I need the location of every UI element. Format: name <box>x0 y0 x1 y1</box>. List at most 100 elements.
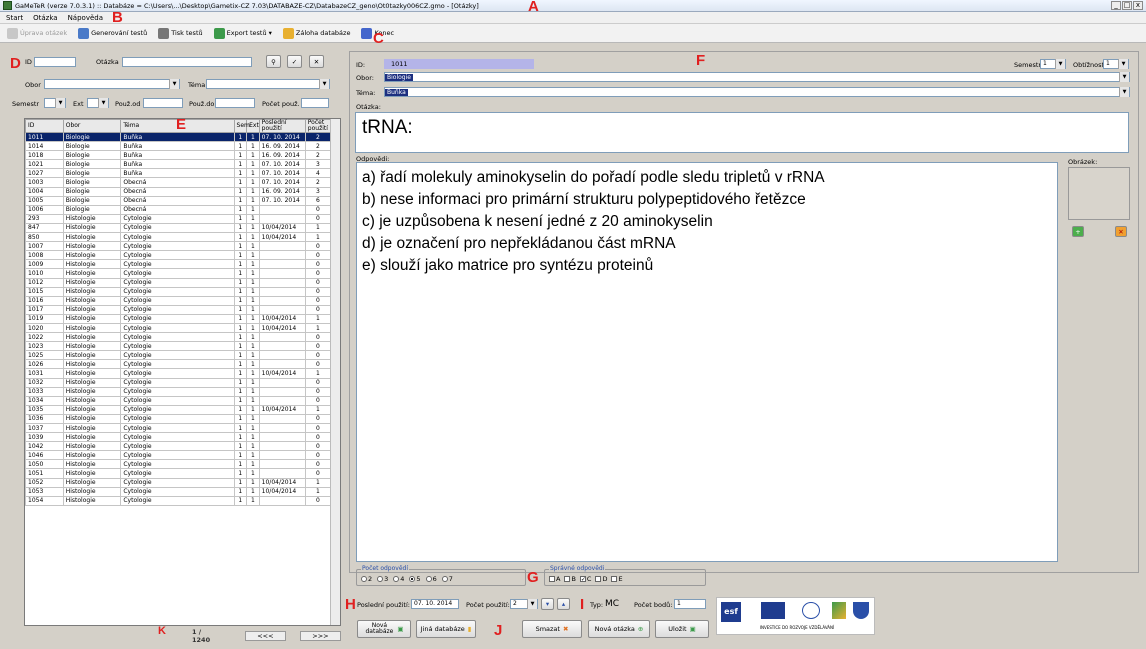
table-row[interactable]: 1021 Biologie Buňka 1 1 07. 10. 2014 3 <box>25 159 332 170</box>
table-row[interactable]: 1025 Histologie Cytologie 1 1 0 <box>25 350 332 361</box>
edit-questions-button[interactable]: Úprava otázek <box>4 26 70 41</box>
table-row[interactable]: 1012 Histologie Cytologie 1 1 0 <box>25 277 332 288</box>
table-row[interactable]: 1051 Histologie Cytologie 1 1 0 <box>25 468 332 479</box>
column-header[interactable]: Sem <box>233 119 250 133</box>
next-page-button[interactable]: >>> <box>299 631 341 641</box>
table-row[interactable]: 1008 Histologie Cytologie 1 1 0 <box>25 250 332 261</box>
usage-count-select[interactable]: 2 <box>510 599 538 609</box>
table-row[interactable]: 1050 Histologie Cytologie 1 1 0 <box>25 459 332 470</box>
table-row[interactable]: 1017 Histologie Cytologie 1 1 0 <box>25 304 332 315</box>
table-row[interactable]: 1053 Histologie Cytologie 1 1 10/04/2014 1 <box>25 486 332 497</box>
points-field[interactable]: 1 <box>674 599 706 609</box>
table-row[interactable]: 1054 Histologie Cytologie 1 1 0 <box>25 495 332 506</box>
column-header[interactable]: ID <box>25 119 64 133</box>
filter-date-to-input[interactable] <box>215 98 255 108</box>
table-row[interactable]: 1011 Biologie Buňka 1 1 07. 10. 2014 2 <box>25 131 332 143</box>
table-row[interactable]: 1052 Histologie Cytologie 1 1 10/04/2014 1 <box>25 477 332 488</box>
table-row[interactable]: 1022 Histologie Cytologie 1 1 0 <box>25 332 332 343</box>
table-row[interactable]: 1007 Histologie Cytologie 1 1 0 <box>25 241 332 252</box>
filter-otazka-input[interactable] <box>122 57 252 67</box>
table-row[interactable]: 1035 Histologie Cytologie 1 1 10/04/2014 1 <box>25 404 332 415</box>
answer-count-radio[interactable]: 7 <box>441 575 453 583</box>
table-row[interactable]: 1010 Histologie Cytologie 1 1 0 <box>25 268 332 279</box>
correct-answer-checkbox[interactable]: A <box>549 575 560 583</box>
answer-count-radio[interactable]: 3 <box>377 575 388 583</box>
answer-count-radio[interactable]: 5 <box>409 575 421 583</box>
detail-obtiznost-select[interactable]: 1 <box>1103 59 1129 69</box>
table-row[interactable]: 1036 Histologie Cytologie 1 1 0 <box>25 413 332 425</box>
filter-count-input[interactable] <box>301 98 329 108</box>
detail-semestr-select[interactable]: 1 <box>1040 59 1066 69</box>
table-row[interactable]: 1042 Histologie Cytologie 1 1 0 <box>25 441 332 452</box>
add-image-button[interactable]: + <box>1072 226 1084 237</box>
table-row[interactable]: 850 Histologie Cytologie 1 1 10/04/2014 1 <box>25 232 332 243</box>
close-button[interactable]: x <box>1133 1 1143 10</box>
menu-napoveda[interactable]: Nápověda <box>68 14 103 22</box>
column-header[interactable]: Obor <box>62 119 122 133</box>
remove-image-button[interactable]: ✕ <box>1115 226 1127 237</box>
generate-tests-button[interactable]: Generování testů <box>75 26 150 41</box>
prev-page-button[interactable]: <<< <box>244 631 286 641</box>
answer-count-radio[interactable]: 2 <box>361 575 372 583</box>
table-row[interactable]: 1014 Biologie Buňka 1 1 16. 09. 2014 2 <box>25 141 332 152</box>
filter-apply-button[interactable]: ✓ <box>287 55 302 68</box>
table-row[interactable]: 1015 Histologie Cytologie 1 1 0 <box>25 286 332 297</box>
table-row[interactable]: 1034 Histologie Cytologie 1 1 0 <box>25 395 332 406</box>
save-button[interactable]: Uložit ▣ <box>655 620 709 638</box>
detail-obor-select[interactable]: Biologie <box>384 72 1130 82</box>
print-tests-button[interactable]: Tisk testů <box>155 26 205 41</box>
maximize-button[interactable]: □ <box>1122 1 1132 10</box>
table-row[interactable]: 1033 Histologie Cytologie 1 1 0 <box>25 386 332 397</box>
last-used-field[interactable]: 07. 10. 2014 <box>411 599 459 609</box>
backup-database-button[interactable]: Záloha databáze <box>280 26 354 41</box>
question-textarea[interactable]: tRNA: <box>355 112 1129 153</box>
grid-scrollbar[interactable] <box>330 119 340 625</box>
new-database-button[interactable]: Nová databáze ▣ <box>357 620 411 638</box>
answer-count-radio[interactable]: 4 <box>393 575 404 583</box>
delete-button[interactable]: Smazat ✖ <box>522 620 582 638</box>
menu-start[interactable]: Start <box>6 14 23 22</box>
filter-clear-button[interactable]: ✕ <box>309 55 324 68</box>
column-header[interactable]: Ext <box>246 119 260 133</box>
column-header[interactable]: Poslední použití <box>258 119 306 133</box>
table-row[interactable]: 1018 Biologie Buňka 1 1 16. 09. 2014 2 <box>25 150 332 161</box>
table-row[interactable]: 1032 Histologie Cytologie 1 1 0 <box>25 377 332 388</box>
table-row[interactable]: 1019 Histologie Cytologie 1 1 10/04/2014 1 <box>25 313 332 324</box>
table-row[interactable]: 1003 Biologie Obecná 1 1 07. 10. 2014 2 <box>25 177 332 188</box>
correct-answer-checkbox[interactable]: ✓ C <box>579 575 591 583</box>
menu-otazka[interactable]: Otázka <box>33 14 57 22</box>
other-database-button[interactable]: Jiná databáze ▮ <box>416 620 476 638</box>
table-row[interactable]: 847 Histologie Cytologie 1 1 10/04/2014 1 <box>25 222 332 234</box>
filter-id-input[interactable] <box>34 57 76 67</box>
filter-date-from-input[interactable] <box>143 98 183 108</box>
table-row[interactable]: 1026 Histologie Cytologie 1 1 0 <box>25 359 332 370</box>
column-header[interactable]: Počet použití <box>304 119 332 133</box>
answer-count-radio[interactable]: 6 <box>425 575 437 583</box>
correct-answer-checkbox[interactable]: E <box>611 575 623 583</box>
filter-tema-select[interactable] <box>206 79 330 89</box>
filter-ext-select[interactable] <box>87 98 109 108</box>
table-row[interactable]: 1009 Histologie Cytologie 1 1 0 <box>25 259 332 270</box>
detail-tema-select[interactable]: Buňka <box>384 87 1130 97</box>
answers-textarea[interactable]: a) řadí molekuly aminokyselin do pořadí … <box>356 162 1058 562</box>
table-row[interactable]: 1027 Biologie Buňka 1 1 07. 10. 2014 4 <box>25 168 332 179</box>
increase-button[interactable]: ▴ <box>557 598 570 610</box>
table-row[interactable]: 1039 Histologie Cytologie 1 1 0 <box>25 432 332 443</box>
correct-answer-checkbox[interactable]: D <box>595 575 607 583</box>
table-row[interactable]: 1006 Biologie Obecná 1 1 0 <box>25 204 332 215</box>
filter-semestr-select[interactable] <box>44 98 66 108</box>
table-row[interactable]: 1031 Histologie Cytologie 1 1 10/04/2014 1 <box>25 368 332 379</box>
minimize-button[interactable]: _ <box>1111 1 1121 10</box>
table-row[interactable]: 1037 Histologie Cytologie 1 1 0 <box>25 422 332 434</box>
table-row[interactable]: 1046 Histologie Cytologie 1 1 0 <box>25 450 332 461</box>
detail-id-field[interactable]: 1011 <box>384 59 534 69</box>
decrease-button[interactable]: ▾ <box>541 598 554 610</box>
filter-search-button[interactable]: ⚲ <box>266 55 281 68</box>
table-row[interactable]: 1020 Histologie Cytologie 1 1 10/04/2014 1 <box>25 322 332 334</box>
table-row[interactable]: 293 Histologie Cytologie 1 1 0 <box>25 213 332 224</box>
filter-obor-select[interactable] <box>44 79 180 89</box>
image-preview[interactable] <box>1068 167 1130 220</box>
export-tests-button[interactable]: Export testů ▾ <box>211 26 275 41</box>
correct-answer-checkbox[interactable]: B <box>564 575 576 583</box>
table-row[interactable]: 1005 Biologie Obecná 1 1 07. 10. 2014 6 <box>25 195 332 206</box>
